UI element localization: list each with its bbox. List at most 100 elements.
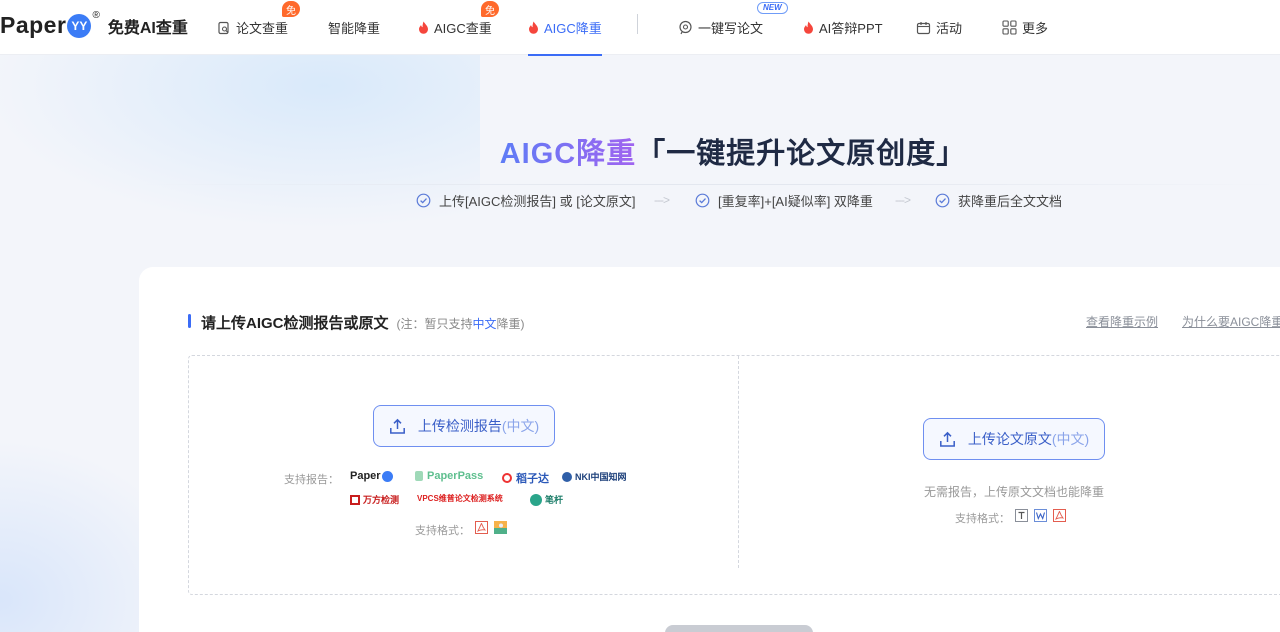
nav-label: 智能降重 xyxy=(328,21,381,36)
original-format-icons xyxy=(1015,509,1072,522)
nav-label: AI答辩PPT xyxy=(819,21,883,36)
pdf-format-icon xyxy=(1053,509,1066,522)
upload-report-paren: (中文) xyxy=(501,418,540,434)
page-title-accent: AIGC降重 xyxy=(499,138,637,170)
brand-bigan-icon xyxy=(530,493,542,506)
upload-original-paren: (中文) xyxy=(1051,431,1090,447)
brand-cnki-logo: NKI中国知网 xyxy=(562,470,627,483)
brand-wanfang-logo: 万方检测 xyxy=(350,493,399,506)
nav-item-aigc-check[interactable]: AIGC查重 免 xyxy=(418,0,499,55)
step-arrow-icon: ---> xyxy=(654,193,670,207)
supported-reports-label: 支持报告： xyxy=(284,474,339,486)
area-divider xyxy=(738,356,739,568)
logo-subtitle: 免费AI查重 xyxy=(107,20,188,37)
brand-paperpass-logo: PaperPass xyxy=(415,470,483,482)
step-label: 获降重后全文文档 xyxy=(958,194,1063,209)
view-example-link[interactable]: 查看降重示例 xyxy=(1086,313,1158,330)
brand-paperpass-text: PaperPass xyxy=(427,470,484,482)
check-circle-icon xyxy=(935,193,950,208)
txt-format-icon xyxy=(1015,509,1028,522)
report-formats-label: 支持格式： xyxy=(415,525,470,537)
original-formats-label: 支持格式： xyxy=(955,513,1010,525)
nav-label: 一键写论文 xyxy=(698,21,764,36)
brand-paper-text: Paper xyxy=(350,470,381,482)
nav-label: AIGC降重 xyxy=(544,21,602,36)
brand-paper-logo: Paper xyxy=(350,470,393,482)
fire-icon xyxy=(803,21,814,34)
step-3: 获降重后全文文档 xyxy=(935,191,1062,210)
nav-label: 更多 xyxy=(1022,21,1049,36)
brand-paper-mark-icon xyxy=(381,470,393,482)
nav-item-smart-rewrite[interactable]: 智能降重 xyxy=(328,0,380,55)
brand-bigan-logo: 笔杆 xyxy=(530,493,563,506)
logo-brand-text: Paper xyxy=(0,11,67,38)
title-divider xyxy=(140,184,1280,185)
pdf-format-icon xyxy=(475,521,488,534)
word-format-icon xyxy=(1034,509,1047,522)
upload-report-label: 上传检测报告 xyxy=(417,418,502,434)
brand-gocheck-logo: 稻子达 xyxy=(502,470,549,486)
fire-icon xyxy=(418,21,429,34)
page-title-rest: 「一键提升论文原创度」 xyxy=(636,138,967,170)
note-prefix: (注：暂只支持 xyxy=(396,317,473,331)
brand-wanfang-icon xyxy=(350,494,360,505)
logo-registered-mark: ® xyxy=(92,10,100,21)
image-format-icon xyxy=(494,521,507,534)
section-note: (注：暂只支持中文降重) xyxy=(397,315,525,332)
document-search-icon xyxy=(217,21,231,35)
note-highlight: 中文 xyxy=(472,317,497,331)
upload-original-button[interactable]: 上传论文原文 (中文) xyxy=(923,418,1105,460)
brand-gocheck-icon xyxy=(502,473,512,483)
brand-bigan-text: 笔杆 xyxy=(545,495,564,505)
submit-button[interactable] xyxy=(665,625,813,632)
nav-item-more[interactable]: 更多 xyxy=(1002,0,1048,55)
page-title: AIGC降重「一键提升论文原创度」 xyxy=(0,130,1280,172)
nav-item-activities[interactable]: 活动 xyxy=(916,0,962,55)
nav-item-write-paper[interactable]: 一键写论文 NEW xyxy=(678,0,788,55)
report-format-icons xyxy=(475,521,513,534)
fire-icon xyxy=(528,21,539,34)
brand-cnki-text: NKI中国知网 xyxy=(575,472,627,482)
ai-brain-icon xyxy=(678,20,693,35)
upload-original-label: 上传论文原文 xyxy=(967,431,1052,447)
nav-item-paper-check[interactable]: 论文查重 免 xyxy=(217,0,300,55)
upload-drop-area: 上传检测报告 (中文) 支持报告： Paper PaperPass 稻子达 NKI… xyxy=(188,355,1280,595)
brand-gocheck-text: 稻子达 xyxy=(516,473,549,485)
brand-vpcs-text: VPCS维普论文检测系统 xyxy=(417,494,503,503)
step-label: [重复率]+[AI疑似率] 双降重 xyxy=(718,194,873,209)
free-badge: 免 xyxy=(481,1,499,17)
upload-icon xyxy=(939,431,956,448)
nav-item-aigc-rewrite[interactable]: AIGC降重 xyxy=(528,0,602,56)
brand-paperpass-icon xyxy=(415,471,423,481)
why-rewrite-link[interactable]: 为什么要AIGC降重 xyxy=(1182,313,1280,330)
nav-label: AIGC查重 xyxy=(434,21,492,36)
top-nav-bar: Paper YY ® 免费AI查重 论文查重 免 智能降重 AIGC查重 免 A… xyxy=(0,0,1280,56)
grid-icon xyxy=(1002,20,1017,35)
nav-divider xyxy=(637,14,638,34)
process-steps: 上传[AIGC检测报告] 或 [论文原文] ---> [重复率]+[AI疑似率]… xyxy=(0,191,1280,211)
site-logo[interactable]: Paper YY ® 免费AI查重 xyxy=(0,10,188,40)
note-suffix: 降重) xyxy=(496,317,525,331)
upload-card: 请上传AIGC检测报告或原文 (注：暂只支持中文降重) 查看降重示例 为什么要A… xyxy=(139,267,1280,632)
step-label: 上传[AIGC检测报告] 或 [论文原文] xyxy=(439,194,636,209)
step-1: 上传[AIGC检测报告] 或 [论文原文] xyxy=(416,191,635,210)
brand-wanfang-text: 万方检测 xyxy=(363,495,400,505)
nav-item-ai-ppt[interactable]: AI答辩PPT xyxy=(803,0,883,55)
nav-label: 论文查重 xyxy=(236,21,289,36)
upload-report-button[interactable]: 上传检测报告 (中文) xyxy=(373,405,555,447)
no-report-hint: 无需报告，上传原文文档也能降重 xyxy=(924,485,1105,499)
step-2: [重复率]+[AI疑似率] 双降重 xyxy=(695,191,873,210)
calendar-icon xyxy=(916,21,931,35)
new-badge: NEW xyxy=(757,2,788,14)
check-circle-icon xyxy=(695,193,710,208)
nav-label: 活动 xyxy=(936,21,963,36)
logo-mark-icon: YY xyxy=(67,14,92,38)
brand-cnki-icon xyxy=(562,471,572,482)
brand-vpcs-logo: VPCS维普论文检测系统 xyxy=(417,493,503,504)
section-heading: 请上传AIGC检测报告或原文 (注：暂只支持中文降重) xyxy=(189,312,525,333)
check-circle-icon xyxy=(416,193,431,208)
section-title: 请上传AIGC检测报告或原文 xyxy=(201,315,389,332)
upload-icon xyxy=(389,418,406,435)
free-badge: 免 xyxy=(282,1,300,17)
step-arrow-icon: ---> xyxy=(895,193,911,207)
